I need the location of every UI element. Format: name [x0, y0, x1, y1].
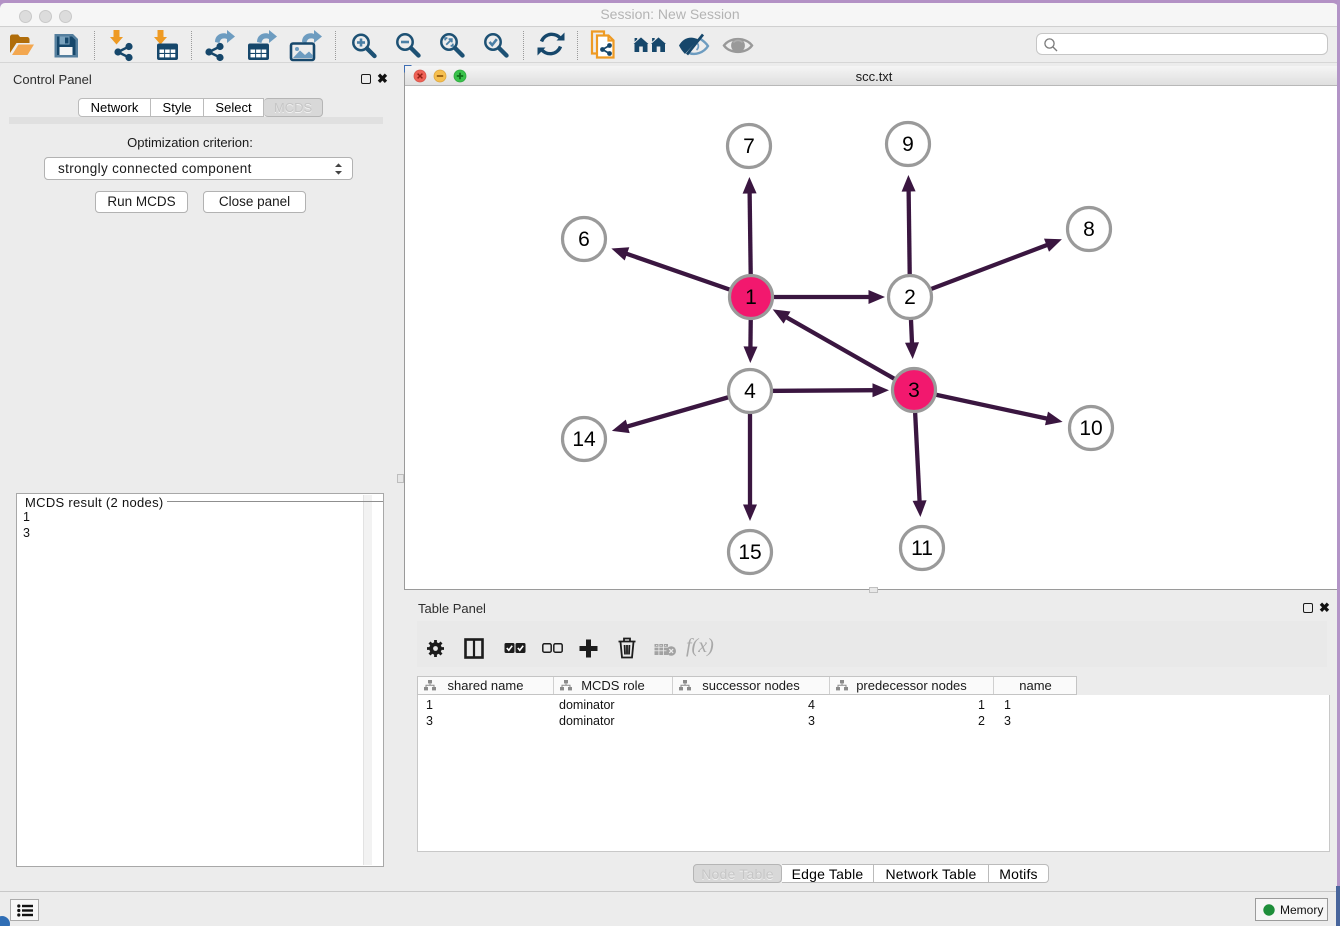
- svg-text:4: 4: [744, 380, 756, 403]
- svg-text:7: 7: [743, 135, 755, 158]
- svg-text:3: 3: [908, 379, 920, 402]
- svg-text:10: 10: [1079, 417, 1102, 440]
- svg-text:9: 9: [902, 133, 914, 156]
- svg-text:1: 1: [745, 286, 757, 309]
- svg-text:11: 11: [911, 537, 933, 560]
- svg-text:6: 6: [578, 228, 590, 251]
- svg-text:2: 2: [904, 286, 916, 309]
- svg-text:8: 8: [1083, 218, 1095, 241]
- svg-text:14: 14: [572, 428, 596, 451]
- svg-text:15: 15: [738, 541, 761, 564]
